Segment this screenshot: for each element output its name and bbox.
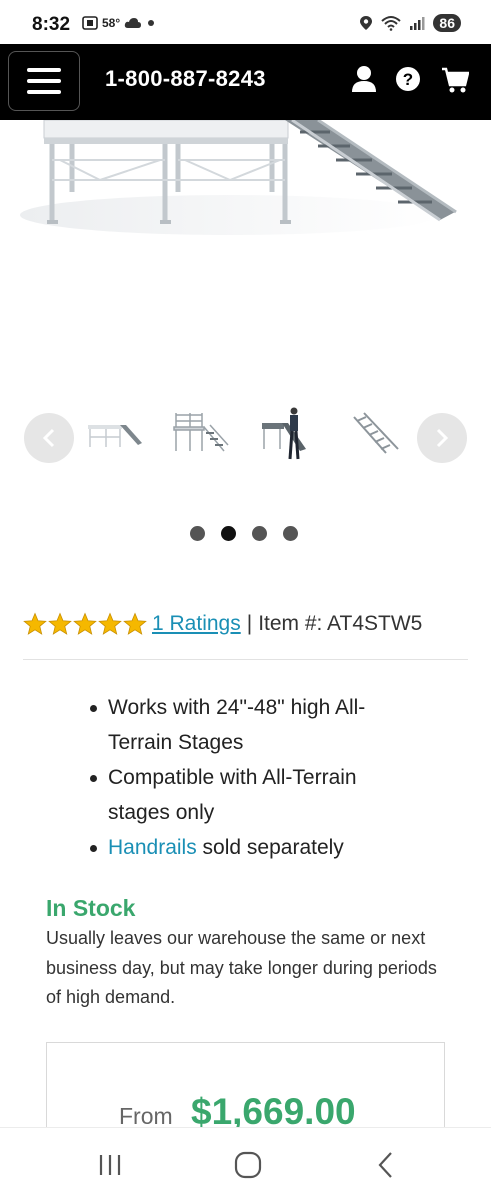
star-icon <box>48 612 72 635</box>
rating-separator: | <box>246 612 253 635</box>
hamburger-line <box>27 68 61 72</box>
star-icon <box>73 612 97 635</box>
help-icon[interactable]: ? <box>394 64 422 94</box>
carousel-dot-1[interactable] <box>190 526 205 541</box>
home-button[interactable] <box>228 1150 268 1180</box>
star-icon <box>98 612 122 635</box>
thumbnail-stage-railing[interactable] <box>170 405 232 465</box>
hamburger-line <box>27 79 61 83</box>
back-button[interactable] <box>366 1150 406 1180</box>
battery-level: 86 <box>433 14 461 32</box>
cart-icon[interactable] <box>441 64 469 94</box>
menu-button[interactable] <box>8 51 80 111</box>
home-icon <box>234 1151 262 1179</box>
carousel-prev-button[interactable] <box>24 413 74 463</box>
chevron-left-icon <box>42 428 55 448</box>
feature-item: Compatible with All-Terrain stages only <box>87 760 407 830</box>
feature-item: Handrails sold separately <box>87 830 407 865</box>
ratings-link[interactable]: 1 Ratings <box>152 612 241 636</box>
recent-apps-icon <box>99 1155 121 1175</box>
carousel-dot-4[interactable] <box>283 526 298 541</box>
status-left-icons: 58° <box>82 16 156 30</box>
stock-status: In Stock <box>46 895 136 921</box>
system-nav-bar <box>0 1127 491 1200</box>
cloud-icon <box>124 18 142 28</box>
chevron-right-icon <box>436 428 449 448</box>
item-number: Item #: AT4STW5 <box>258 612 423 635</box>
screenshot-icon <box>82 16 98 30</box>
product-image[interactable] <box>0 120 491 380</box>
status-right-icons: 86 <box>359 14 461 32</box>
hamburger-line <box>27 90 61 94</box>
account-icon[interactable] <box>350 64 378 94</box>
site-header: 1-800-887-8243 ? <box>0 44 491 120</box>
divider <box>23 659 468 660</box>
dot-icon <box>148 20 155 26</box>
star-rating <box>23 612 147 636</box>
carousel-dots <box>190 526 298 541</box>
status-time: 8:32 <box>32 14 71 35</box>
carousel-dot-3[interactable] <box>252 526 267 541</box>
feature-list: Works with 24"-48" high All-Terrain Stag… <box>87 690 407 865</box>
star-icon <box>23 612 47 635</box>
location-icon <box>360 16 373 30</box>
temperature: 58° <box>102 16 121 30</box>
handrails-link[interactable]: Handrails <box>108 836 197 859</box>
wifi-icon <box>381 16 402 31</box>
feature-item: Works with 24"-48" high All-Terrain Stag… <box>87 690 407 760</box>
stage-with-stairs-illustration <box>20 120 457 235</box>
carousel-dot-2-active[interactable] <box>221 526 236 541</box>
rating-row: 1 Ratings | Item #: AT4STW5 <box>23 612 422 636</box>
status-bar: 8:32 58° 86 <box>0 0 491 44</box>
thumbnail-carousel <box>0 405 491 470</box>
svg-text:?: ? <box>403 70 413 89</box>
back-icon <box>378 1152 392 1178</box>
phone-number-link[interactable]: 1-800-887-8243 <box>105 66 266 92</box>
stock-description: Usually leaves our warehouse the same or… <box>46 928 437 1007</box>
price-from-label: From <box>119 1103 173 1129</box>
thumbnail-stage-stairs[interactable] <box>86 405 148 465</box>
carousel-next-button[interactable] <box>417 413 467 463</box>
thumbnail-person-on-stairs[interactable] <box>260 405 322 465</box>
star-icon <box>123 612 147 635</box>
signal-icon <box>410 17 425 30</box>
recent-apps-button[interactable] <box>90 1150 130 1180</box>
thumbnail-stairs-only[interactable] <box>346 405 408 465</box>
